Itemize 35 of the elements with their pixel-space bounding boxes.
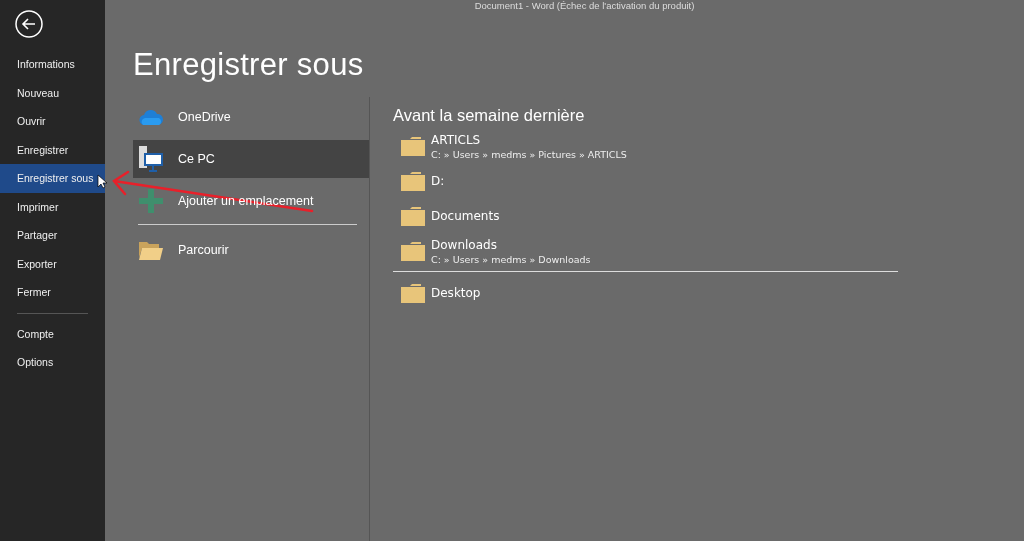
folder-name[interactable]: Downloads [431, 237, 591, 252]
menu-item[interactable]: Partager [0, 221, 105, 250]
menu-item[interactable]: Imprimer [0, 192, 105, 221]
cloud-icon [139, 109, 163, 125]
folder-icon [401, 136, 425, 156]
folder-icon [139, 240, 163, 260]
menu-item[interactable]: Fermer [0, 278, 105, 307]
plus-icon [139, 189, 163, 213]
folder-name[interactable]: Documents [431, 209, 500, 223]
folder-icon [401, 241, 425, 261]
folder-icon [401, 171, 425, 191]
menu-item[interactable]: Ouvrir [0, 107, 105, 136]
back-icon[interactable] [15, 10, 43, 38]
page-title: Enregistrer sous [133, 47, 364, 82]
folder-icon [401, 206, 425, 226]
folder-name[interactable]: Desktop [431, 286, 481, 300]
menu-item[interactable]: Exporter [0, 249, 105, 278]
menu-item[interactable]: Informations [0, 50, 105, 79]
cursor-icon [97, 174, 108, 189]
computer-icon [139, 146, 163, 172]
section-heading: Avant la semaine dernière [393, 106, 585, 124]
folder-path: C: » Users » medms » Downloads [431, 253, 591, 265]
menu-item[interactable]: Nouveau [0, 78, 105, 107]
folder-path: C: » Users » medms » Pictures » ARTICLS [431, 148, 627, 160]
menu-item[interactable]: Enregistrer [0, 135, 105, 164]
window-title: Document1 - Word (Échec de l'activation du produit) [474, 0, 695, 11]
menu-item[interactable]: Options [0, 348, 105, 377]
folder-name[interactable]: ARTICLS [431, 132, 627, 147]
location-item[interactable]: OneDrive [133, 98, 369, 136]
folder-icon [401, 283, 425, 303]
location-item[interactable]: Ce PC [133, 140, 369, 178]
menu-item[interactable]: Compte [0, 319, 105, 348]
folder-name[interactable]: D: [431, 174, 445, 188]
menu-item[interactable]: Enregistrer sous [0, 164, 105, 193]
location-item[interactable]: Parcourir [133, 231, 369, 269]
